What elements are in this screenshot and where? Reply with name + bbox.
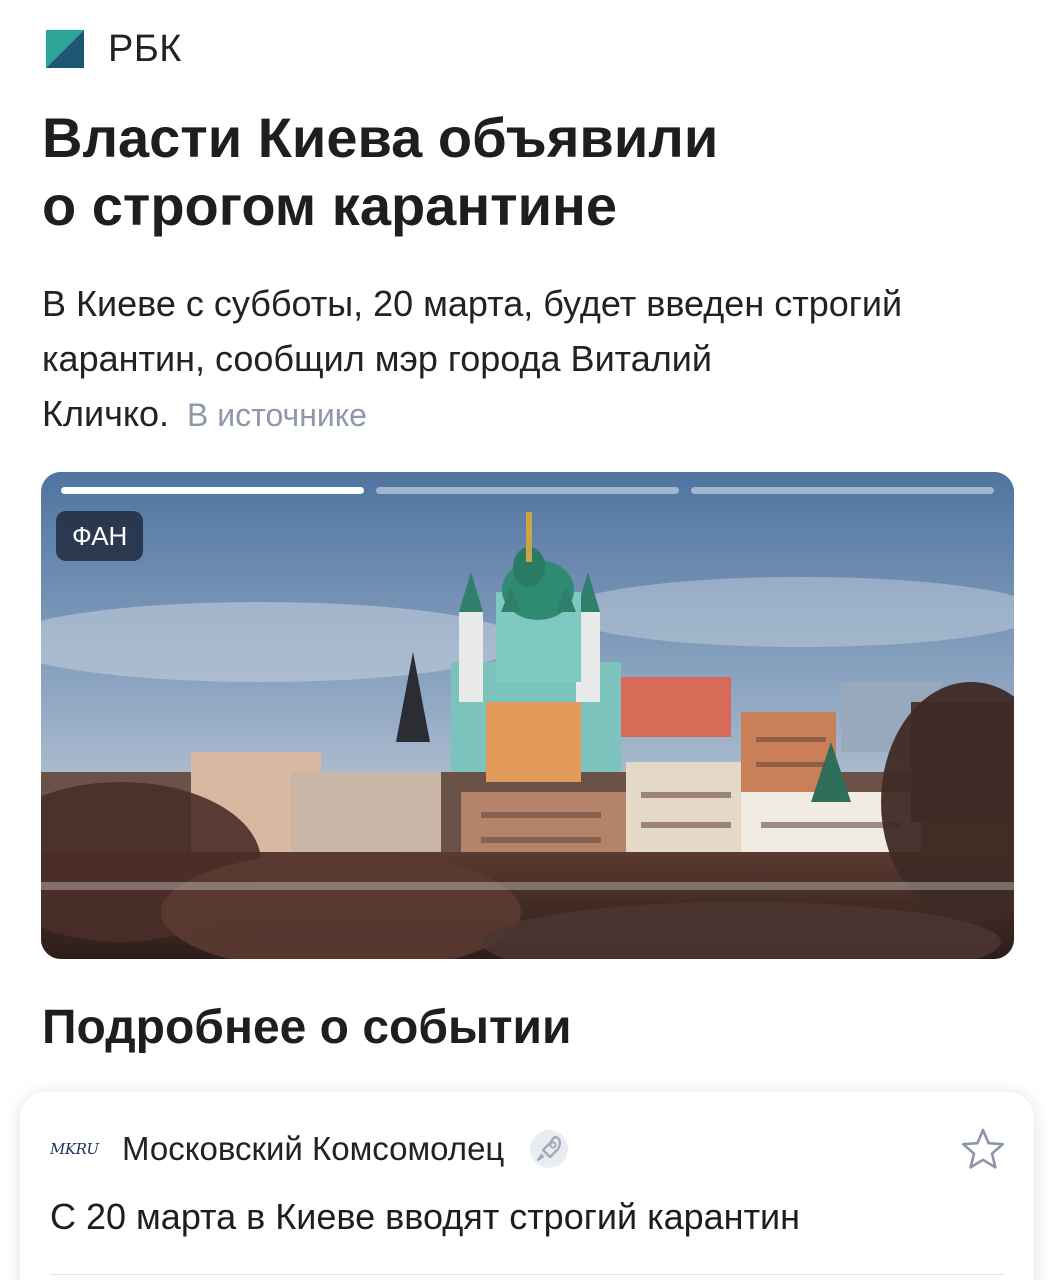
lead-line-3: Кличко. В источнике — [42, 386, 1032, 443]
source-header[interactable]: РБК — [46, 28, 182, 70]
progress-segment-3 — [691, 487, 994, 494]
gallery-progress — [61, 487, 994, 494]
source-link[interactable]: В источнике — [187, 397, 367, 433]
article-headline: Власти Киева объявили о строгом карантин… — [42, 104, 942, 240]
news-page: РБК Власти Киева объявили о строгом кара… — [0, 0, 1055, 1280]
related-source-name: Московский Комсомолец — [122, 1130, 505, 1167]
headline-line-1: Власти Киева объявили — [42, 106, 719, 169]
star-icon[interactable] — [960, 1126, 1006, 1172]
lead-line-3-text: Кличко. — [42, 393, 170, 434]
progress-segment-1 — [61, 487, 364, 494]
lead-line-1: В Киеве с субботы, 20 марта, будет введе… — [42, 283, 903, 324]
rocket-icon — [530, 1130, 569, 1168]
related-title[interactable]: С 20 марта в Киеве вводят строгий карант… — [50, 1196, 800, 1238]
source-name: РБК — [108, 27, 182, 70]
mk-logo: MKRU — [50, 1140, 99, 1158]
card-divider — [50, 1274, 1004, 1275]
progress-segment-2 — [376, 487, 679, 494]
rbc-logo-icon — [46, 30, 84, 68]
photo-source-badge: ФАН — [56, 511, 144, 561]
section-title: Подробнее о событии — [42, 1001, 572, 1054]
kyiv-andrew-church-photo — [41, 472, 1014, 959]
lead-line-2: карантин, сообщил мэр города Виталий — [42, 338, 713, 379]
photo-gallery[interactable]: ФАН — [41, 472, 1014, 959]
related-news-card[interactable]: MKRU Московский Комсомолец С 20 марта в … — [20, 1092, 1034, 1280]
headline-line-2: о строгом карантине — [42, 174, 617, 237]
related-source-row: MKRU Московский Комсомолец — [50, 1124, 570, 1174]
article-lead: В Киеве с субботы, 20 марта, будет введе… — [42, 276, 1032, 443]
